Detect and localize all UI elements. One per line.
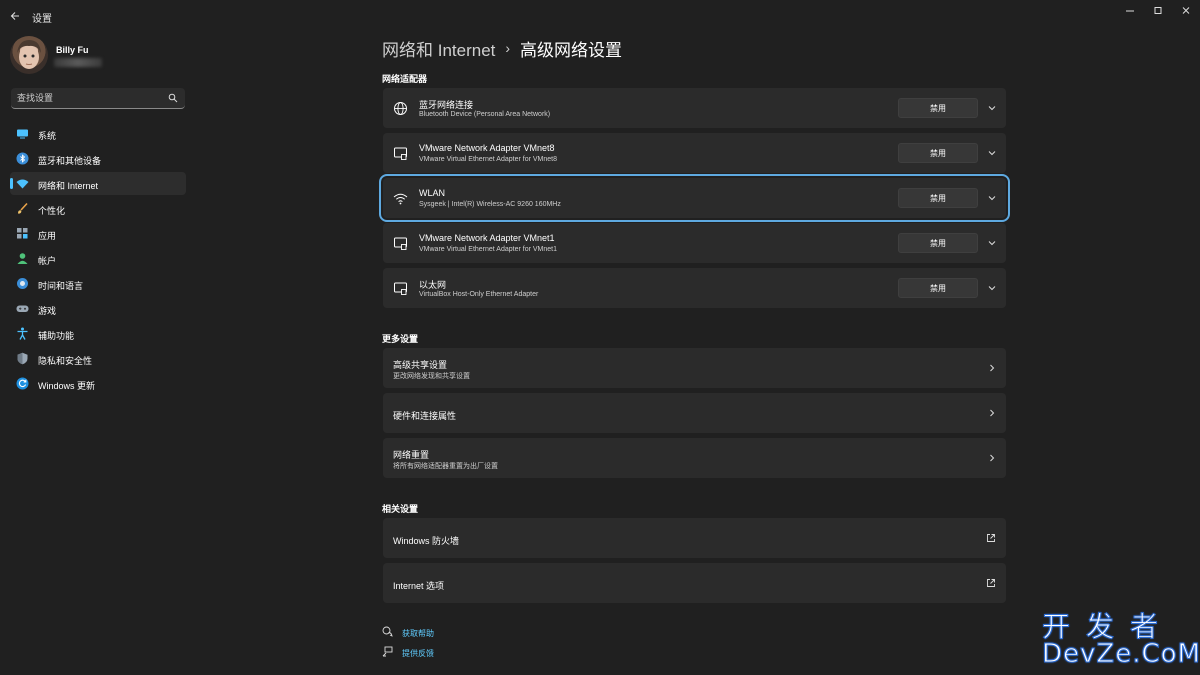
title-bar: 设置 xyxy=(0,0,1200,32)
close-icon[interactable] xyxy=(1176,4,1196,18)
setting-network-reset[interactable]: 网络重置 将所有网络适配器重置为出厂设置 xyxy=(383,438,1006,478)
adapter-description: Sysgeek | Intel(R) Wireless-AC 9260 160M… xyxy=(419,201,561,208)
sidebar-item-gaming[interactable]: 游戏 xyxy=(10,297,186,320)
avatar xyxy=(10,36,48,74)
app-title: 设置 xyxy=(32,14,52,25)
setting-hardware-connection[interactable]: 硬件和连接属性 xyxy=(383,393,1006,433)
sidebar-item-windows-update[interactable]: Windows 更新 xyxy=(10,372,186,395)
ethernet-icon xyxy=(394,237,407,250)
search-icon[interactable] xyxy=(168,93,178,103)
adapter-description: VMware Virtual Ethernet Adapter for VMne… xyxy=(419,246,557,253)
chevron-down-icon[interactable] xyxy=(987,283,997,293)
disable-button[interactable]: 禁用 xyxy=(898,278,978,298)
system-icon xyxy=(17,129,28,139)
watermark: 开发者 DevZe.CoM xyxy=(1040,605,1200,670)
apps-icon xyxy=(17,228,28,239)
adapter-card-vmnet1[interactable]: VMware Network Adapter VMnet1 VMware Vir… xyxy=(383,223,1006,263)
adapter-name: 以太网 xyxy=(419,280,447,290)
adapter-card-wlan[interactable]: WLAN Sysgeek | Intel(R) Wireless-AC 9260… xyxy=(379,174,1010,222)
chevron-right-icon[interactable] xyxy=(987,408,997,418)
back-arrow-icon[interactable] xyxy=(8,8,24,24)
chevron-right-icon[interactable] xyxy=(987,453,997,463)
wifi-icon xyxy=(16,179,29,189)
watermark-line1: 开发者 xyxy=(1041,610,1175,644)
maximize-icon[interactable] xyxy=(1148,4,1168,18)
adapter-description: VMware Virtual Ethernet Adapter for VMne… xyxy=(419,156,557,163)
breadcrumb: 网络和 Internet › 高级网络设置 xyxy=(382,36,622,60)
sidebar-item-time-language[interactable]: 时间和语言 xyxy=(10,272,186,295)
user-email-blurred xyxy=(54,58,102,67)
setting-advanced-sharing[interactable]: 高级共享设置 更改网络发现和共享设置 xyxy=(383,348,1006,388)
sidebar-item-apps[interactable]: 应用 xyxy=(10,222,186,245)
watermark-line2: DevZe.CoM xyxy=(1042,639,1200,670)
search-input[interactable] xyxy=(11,88,161,108)
adapter-name: VMware Network Adapter VMnet8 xyxy=(419,143,555,153)
setting-description: 更改网络发现和共享设置 xyxy=(393,373,470,380)
globe-clock-icon xyxy=(17,278,28,289)
gamepad-icon xyxy=(16,305,29,312)
adapter-card-bluetooth[interactable]: 蓝牙网络连接 Bluetooth Device (Personal Area N… xyxy=(383,88,1006,128)
page-title: 高级网络设置 xyxy=(520,40,623,60)
globe-icon xyxy=(394,102,407,115)
setting-name: 网络重置 xyxy=(393,450,430,460)
update-icon xyxy=(16,377,29,390)
disable-button[interactable]: 禁用 xyxy=(898,143,978,163)
sidebar-item-accessibility[interactable]: 辅助功能 xyxy=(10,322,186,345)
disable-button[interactable]: 禁用 xyxy=(898,233,978,253)
sidebar-item-privacy[interactable]: 隐私和安全性 xyxy=(10,347,186,370)
breadcrumb-separator: › xyxy=(505,40,511,56)
disable-button[interactable]: 禁用 xyxy=(898,98,978,118)
adapter-card-ethernet[interactable]: 以太网 VirtualBox Host-Only Ethernet Adapte… xyxy=(383,268,1006,308)
open-external-icon[interactable] xyxy=(986,533,996,543)
section-title-more-settings: 更多设置 xyxy=(382,334,419,344)
search-box[interactable] xyxy=(11,88,185,109)
section-title-adapters: 网络适配器 xyxy=(382,74,428,84)
shield-icon xyxy=(17,352,28,365)
setting-name: 硬件和连接属性 xyxy=(393,411,457,421)
adapter-card-vmnet8[interactable]: VMware Network Adapter VMnet8 VMware Vir… xyxy=(383,133,1006,173)
breadcrumb-parent[interactable]: 网络和 Internet xyxy=(382,36,495,61)
setting-name: Windows 防火墙 xyxy=(393,536,460,546)
adapter-name: 蓝牙网络连接 xyxy=(419,100,474,110)
sidebar-item-network[interactable]: 网络和 Internet xyxy=(10,172,186,195)
setting-description: 将所有网络适配器重置为出厂设置 xyxy=(393,463,498,470)
chevron-down-icon[interactable] xyxy=(987,103,997,113)
sidebar-item-personalization[interactable]: 个性化 xyxy=(10,197,186,220)
wifi-icon xyxy=(393,193,408,205)
minimize-icon[interactable] xyxy=(1120,4,1140,18)
feedback-icon xyxy=(382,646,393,657)
user-profile[interactable]: Billy Fu xyxy=(10,36,190,80)
adapter-description: Bluetooth Device (Personal Area Network) xyxy=(419,111,551,118)
section-title-related-settings: 相关设置 xyxy=(382,504,419,514)
open-external-icon[interactable] xyxy=(986,578,996,588)
sidebar-item-accounts[interactable]: 帐户 xyxy=(10,247,186,270)
account-icon xyxy=(17,253,28,264)
bluetooth-icon xyxy=(16,152,29,165)
user-name: Billy Fu xyxy=(56,45,89,55)
sidebar-item-bluetooth[interactable]: 蓝牙和其他设备 xyxy=(10,147,186,170)
chevron-down-icon[interactable] xyxy=(987,238,997,248)
adapter-name: VMware Network Adapter VMnet1 xyxy=(419,233,555,243)
adapter-description: VirtualBox Host-Only Ethernet Adapter xyxy=(419,291,539,298)
brush-icon xyxy=(18,202,28,214)
chevron-right-icon[interactable] xyxy=(987,363,997,373)
sidebar-item-system[interactable]: 系统 xyxy=(10,122,186,145)
chevron-down-icon[interactable] xyxy=(987,148,997,158)
chevron-down-icon[interactable] xyxy=(987,193,997,203)
ethernet-icon xyxy=(394,282,407,295)
adapter-name: WLAN xyxy=(419,188,446,198)
setting-name: 高级共享设置 xyxy=(393,360,448,370)
setting-windows-firewall[interactable]: Windows 防火墙 xyxy=(383,518,1006,558)
disable-button[interactable]: 禁用 xyxy=(898,188,978,208)
sidebar-nav: 系统 蓝牙和其他设备 网络和 Internet 个性化 应用 帐户 时间和语言 … xyxy=(10,122,186,397)
accessibility-icon xyxy=(17,327,28,340)
setting-internet-options[interactable]: Internet 选项 xyxy=(383,563,1006,603)
setting-name: Internet 选项 xyxy=(393,581,445,591)
ethernet-icon xyxy=(394,147,407,160)
help-chat-icon xyxy=(382,626,393,637)
